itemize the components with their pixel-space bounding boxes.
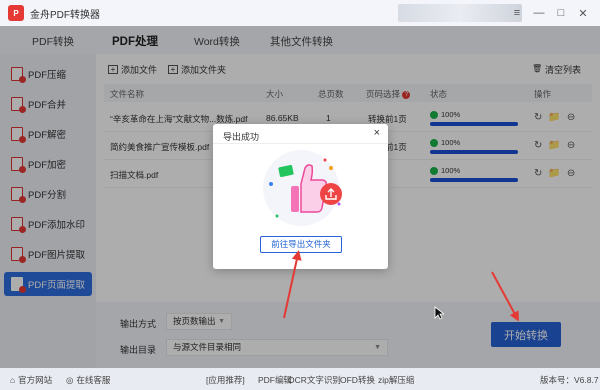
open-export-folder-button[interactable]: 前往导出文件夹 <box>260 236 342 253</box>
pdf-edit-link[interactable]: PDF编辑 <box>258 374 292 386</box>
separator: | <box>282 374 285 384</box>
status-bar: ⌂ 官方网站 ◎ 在线客服 [应用推荐] PDF编辑 | OCR文字识别 | OFD… <box>0 368 600 390</box>
home-icon: ⌂ <box>10 375 16 385</box>
app-logo-icon: P <box>8 5 24 21</box>
support-link[interactable]: ◎ 在线客服 <box>66 374 110 386</box>
app-recommend-label: [应用推荐] <box>206 375 245 385</box>
window-controls: ≡ — □ ✕ <box>506 0 594 26</box>
separator: | <box>372 374 375 384</box>
support-label: 在线客服 <box>76 375 111 385</box>
dialog-title: 导出成功 <box>223 132 260 142</box>
ocr-link[interactable]: OCR文字识别 <box>288 374 341 386</box>
close-icon[interactable]: × <box>374 127 380 139</box>
separator: | <box>334 374 337 384</box>
minimize-icon[interactable]: — <box>528 7 550 19</box>
dialog-header: 导出成功 × <box>213 124 388 144</box>
website-label: 官方网站 <box>18 375 53 385</box>
version-value: V6.8.7 <box>574 375 599 385</box>
close-icon[interactable]: ✕ <box>572 7 594 20</box>
export-success-dialog: 导出成功 × 前往导出文件夹 <box>213 124 388 269</box>
version-label: 版本号： <box>540 375 575 385</box>
ofd-link[interactable]: OFD转换 <box>340 374 375 386</box>
mouse-cursor-icon <box>434 306 444 320</box>
version-info: 版本号： V6.8.7 <box>540 374 599 386</box>
app-title: 金舟PDF转换器 <box>30 9 100 21</box>
menu-icon[interactable]: ≡ <box>506 7 528 19</box>
maximize-icon[interactable]: □ <box>550 7 572 19</box>
title-bar: P 金舟PDF转换器 ≡ — □ ✕ <box>0 0 600 26</box>
success-illustration <box>263 150 342 226</box>
website-link[interactable]: ⌂ 官方网站 <box>10 374 52 386</box>
chat-icon: ◎ <box>66 374 74 385</box>
zip-link[interactable]: zip解压缩 <box>378 374 414 386</box>
blurred-account-area <box>398 4 522 22</box>
